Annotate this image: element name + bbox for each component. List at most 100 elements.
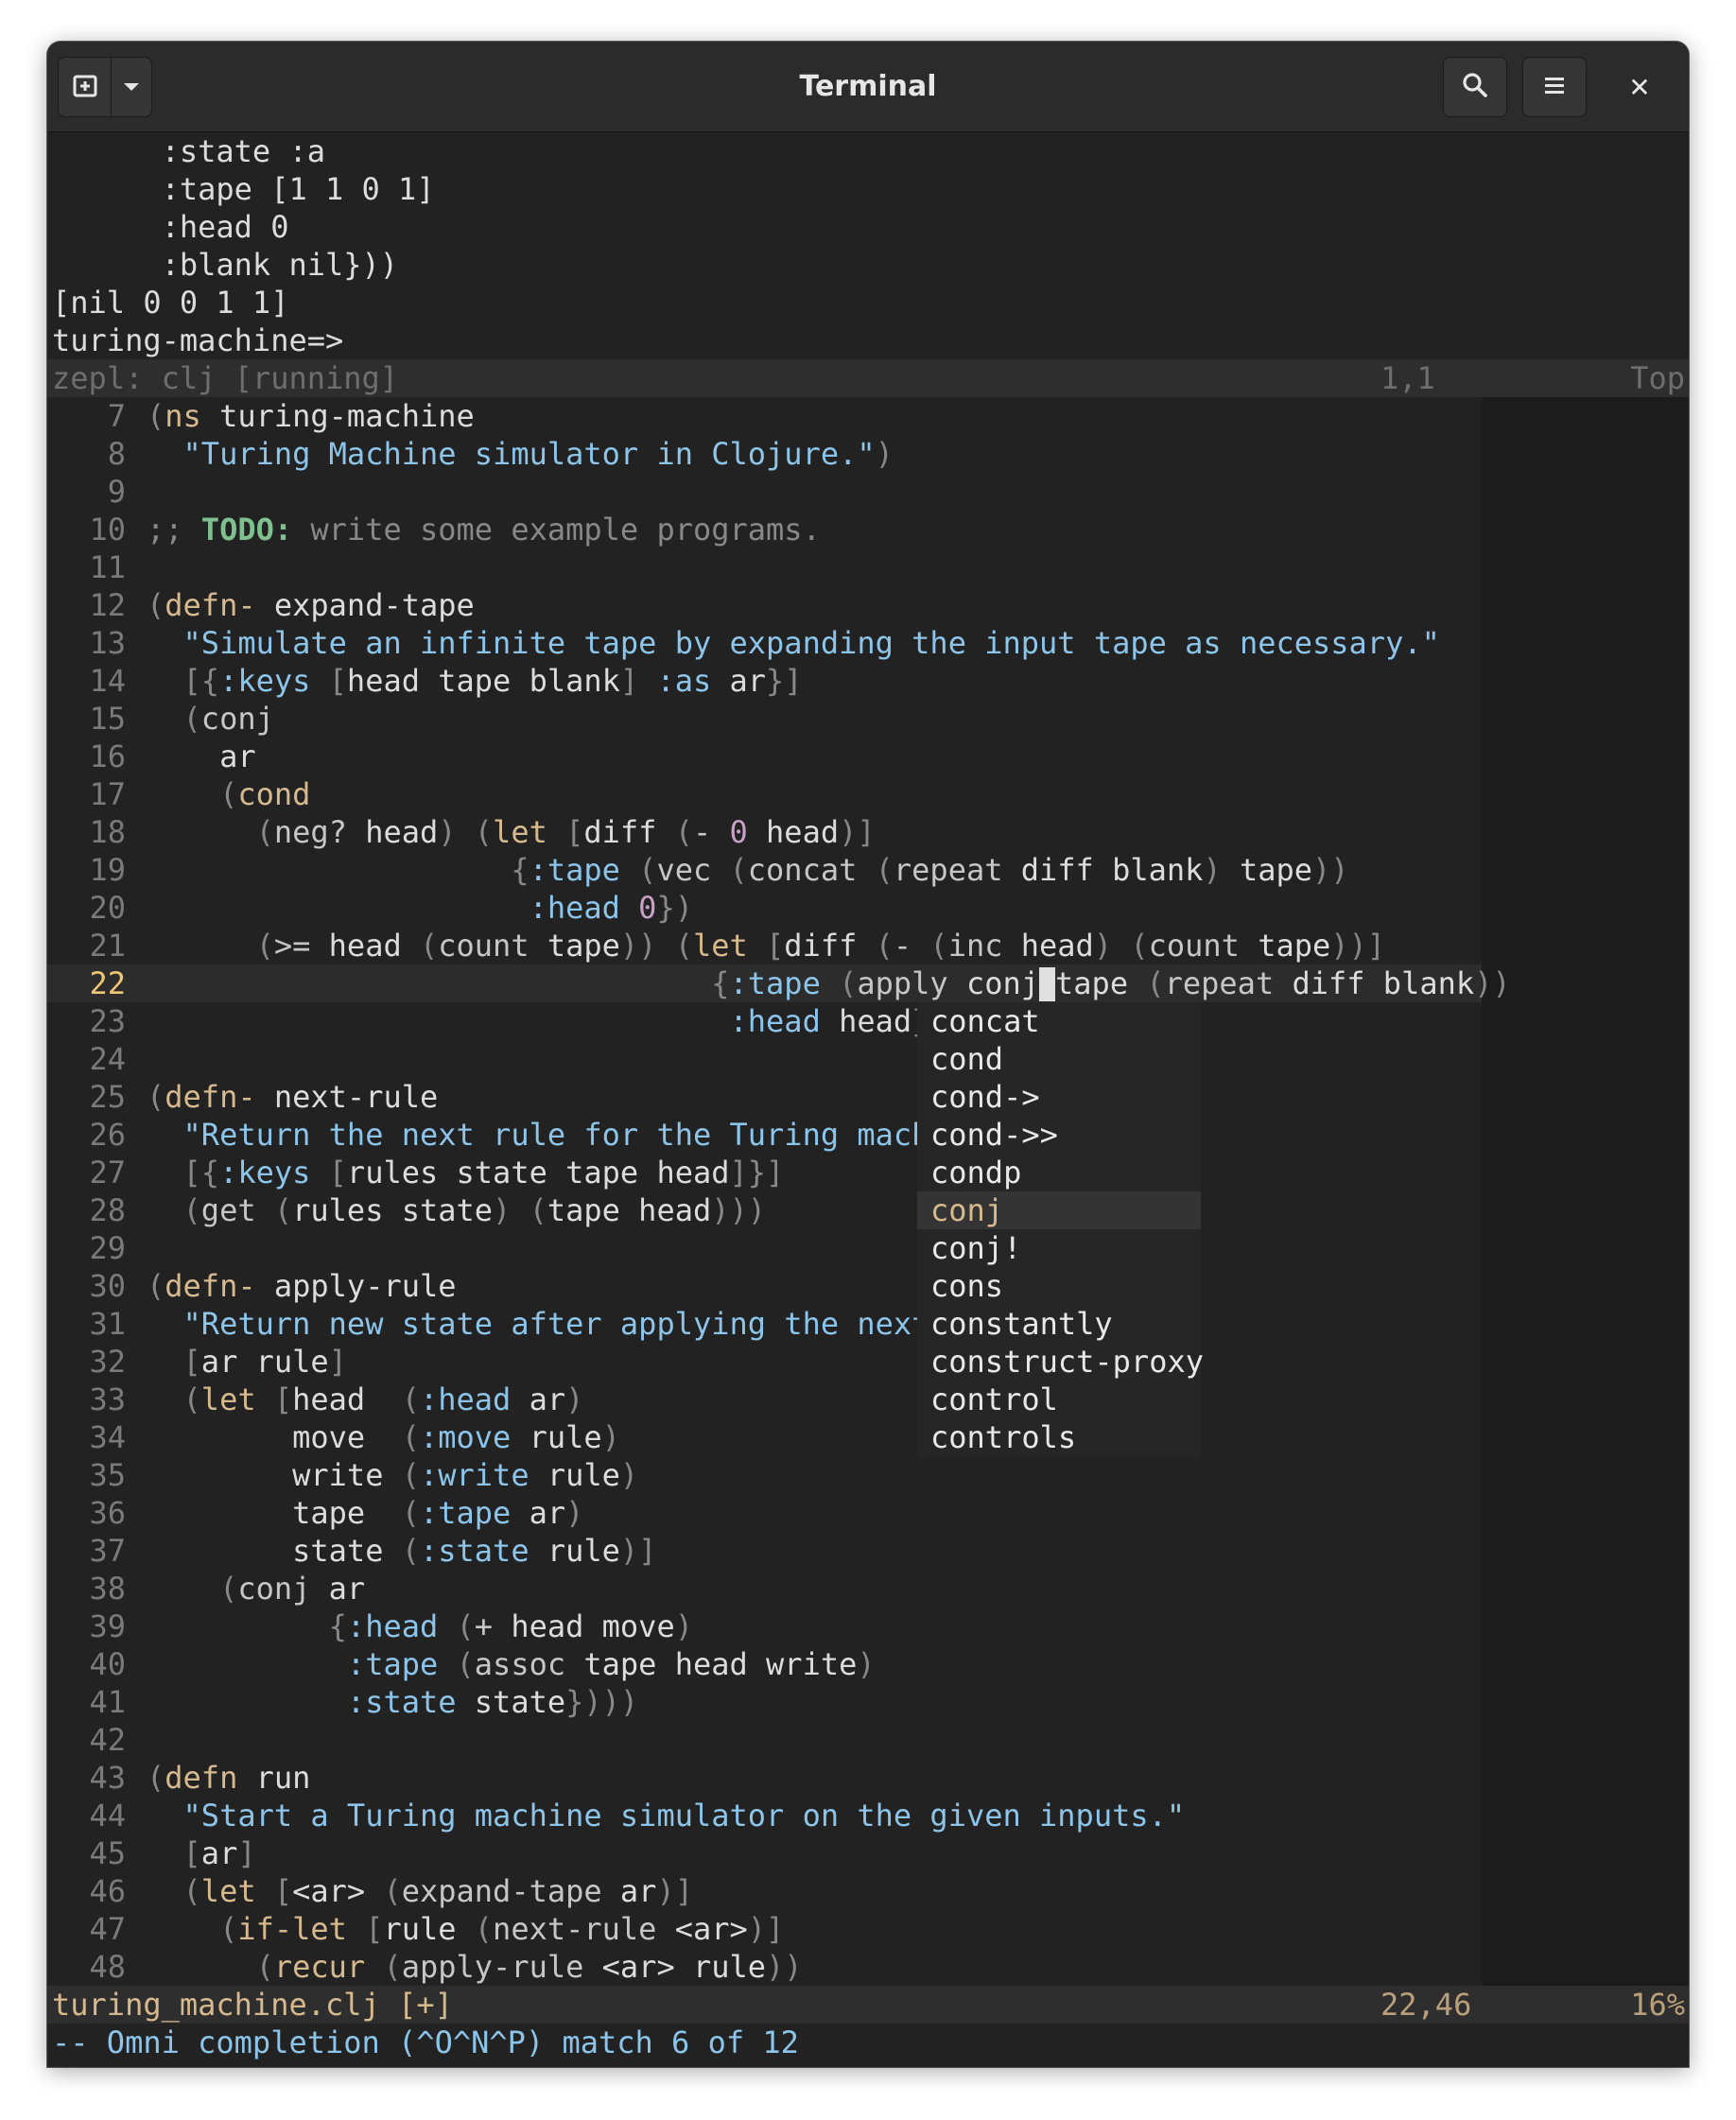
- code-token: ar rule: [200, 1344, 329, 1380]
- repl-line: :blank nil})): [52, 247, 399, 283]
- code-token: turing-machine: [200, 398, 475, 434]
- code-token: let: [692, 928, 748, 964]
- code-token: head: [346, 814, 439, 850]
- code-token: "Turing Machine simulator in Clojure.": [182, 436, 876, 472]
- code-token: TODO:: [200, 512, 293, 547]
- tab-dropdown-button[interactable]: [111, 57, 152, 117]
- repl-status-bar: zepl: clj [running] 1,1 Top: [47, 359, 1689, 397]
- line-number: 35: [89, 1457, 126, 1493]
- code-token: if-let: [237, 1911, 347, 1947]
- completion-item[interactable]: construct-proxy: [917, 1343, 1204, 1381]
- code-line: 19 {:tape (vec (concat (repeat diff blan…: [47, 851, 1348, 889]
- completion-item[interactable]: condp: [917, 1154, 1201, 1191]
- code-token: ar: [200, 1835, 238, 1871]
- line-number: 45: [89, 1835, 126, 1871]
- line-number: 13: [89, 625, 126, 661]
- menu-button[interactable]: [1522, 57, 1587, 117]
- code-token: 0: [638, 890, 657, 926]
- code-token: head: [1020, 928, 1094, 964]
- code-line: 30 (defn- apply-rule: [47, 1267, 457, 1305]
- code-token: head tape blank: [346, 663, 620, 699]
- completion-item[interactable]: control: [917, 1381, 1201, 1418]
- code-line: 10;; TODO: write some example programs.: [47, 511, 821, 548]
- code-token: :state: [346, 1684, 457, 1720]
- code-token: ar: [328, 1571, 366, 1607]
- code-token: head: [292, 1381, 366, 1417]
- completion-item[interactable]: constantly: [917, 1305, 1201, 1343]
- code-line: 31 "Return new state after applying the …: [47, 1305, 929, 1343]
- code-line: 35 write (:write rule): [47, 1456, 638, 1494]
- code-token: count: [1148, 928, 1240, 964]
- code-line: 13 "Simulate an infinite tape by expandi…: [47, 624, 1439, 662]
- completion-item[interactable]: conj!: [917, 1229, 1201, 1267]
- code-token: <ar>: [292, 1873, 366, 1909]
- code-token: move: [292, 1419, 366, 1455]
- line-number: 48: [89, 1949, 126, 1985]
- code-token: write some example programs.: [292, 512, 821, 547]
- code-token: "Start a Turing machine simulator on the…: [182, 1798, 1186, 1833]
- code-token: rule: [547, 1533, 620, 1569]
- code-token: ar: [711, 663, 767, 699]
- search-button[interactable]: [1443, 57, 1507, 117]
- code-token: head: [328, 928, 402, 964]
- code-line: 24: [47, 1040, 147, 1078]
- code-token: rule: [529, 1419, 602, 1455]
- completion-item[interactable]: cond: [917, 1040, 1201, 1078]
- code-token: apply-rule: [401, 1949, 584, 1985]
- code-token: +: [474, 1608, 494, 1644]
- code-token: next-rule: [493, 1911, 657, 1947]
- line-number: 15: [89, 701, 126, 737]
- completion-item[interactable]: cond->>: [917, 1116, 1201, 1154]
- line-number: 40: [89, 1646, 126, 1682]
- completion-item[interactable]: cons: [917, 1267, 1201, 1305]
- line-number: 23: [89, 1003, 126, 1039]
- code-token: tape: [292, 1495, 366, 1531]
- code-token: run: [237, 1760, 311, 1796]
- repl-cursor-position: 1,1: [1380, 360, 1435, 396]
- line-number: 25: [89, 1079, 126, 1115]
- code-token: :head: [729, 1003, 821, 1039]
- code-line: 9: [47, 473, 147, 511]
- completion-item[interactable]: concat: [917, 1002, 1201, 1040]
- line-number: 16: [89, 739, 126, 774]
- code-token: defn: [165, 1760, 238, 1796]
- line-number: 22: [89, 965, 126, 1001]
- code-token: concat: [747, 852, 858, 888]
- scroll-percentage: 16%: [1630, 1987, 1685, 2023]
- close-button[interactable]: ✕: [1609, 57, 1670, 117]
- code-line: 40 :tape (assoc tape head write): [47, 1645, 875, 1683]
- code-line: 26 "Return the next rule for the Turing …: [47, 1116, 947, 1154]
- code-token: expand-tape: [401, 1873, 602, 1909]
- code-token: write: [292, 1457, 384, 1493]
- code-token: :write: [419, 1457, 529, 1493]
- completion-item[interactable]: controls: [917, 1418, 1201, 1456]
- line-number: 34: [89, 1419, 126, 1455]
- code-line: 39 {:head (+ head move): [47, 1607, 693, 1645]
- terminal-area[interactable]: :state :a :tape [1 1 0 1] :head 0 :blank…: [47, 132, 1689, 2067]
- code-token: let: [200, 1381, 256, 1417]
- code-line: 23 :head head}): [47, 1002, 947, 1040]
- line-number: 47: [89, 1911, 126, 1947]
- code-token: :head: [346, 1608, 439, 1644]
- new-tab-button[interactable]: [58, 57, 112, 117]
- code-token: conj: [200, 701, 274, 737]
- code-token: repeat: [893, 852, 1003, 888]
- code-token: :tape: [529, 852, 620, 888]
- code-token: rules state: [292, 1192, 494, 1228]
- completion-item-selected[interactable]: conj: [917, 1191, 1201, 1229]
- line-number: 27: [89, 1155, 126, 1190]
- code-line: 34 move (:move rule): [47, 1418, 619, 1456]
- code-token: ar: [529, 1381, 566, 1417]
- line-number: 19: [89, 852, 126, 888]
- completion-item[interactable]: cond->: [917, 1078, 1201, 1116]
- file-status-bar: turing_machine.clj [+] 22,46 16%: [47, 1986, 1689, 2024]
- line-number: 10: [89, 512, 126, 547]
- code-token: inc: [947, 928, 1003, 964]
- code-line: 17 (cond: [47, 775, 310, 813]
- code-token: ar: [619, 1873, 657, 1909]
- code-token: apply-rule: [255, 1268, 457, 1304]
- code-line: 16 ar: [47, 738, 255, 775]
- code-token: head move: [493, 1608, 675, 1644]
- code-line: 32 [ar rule]: [47, 1343, 346, 1381]
- code-token: tape head: [547, 1192, 712, 1228]
